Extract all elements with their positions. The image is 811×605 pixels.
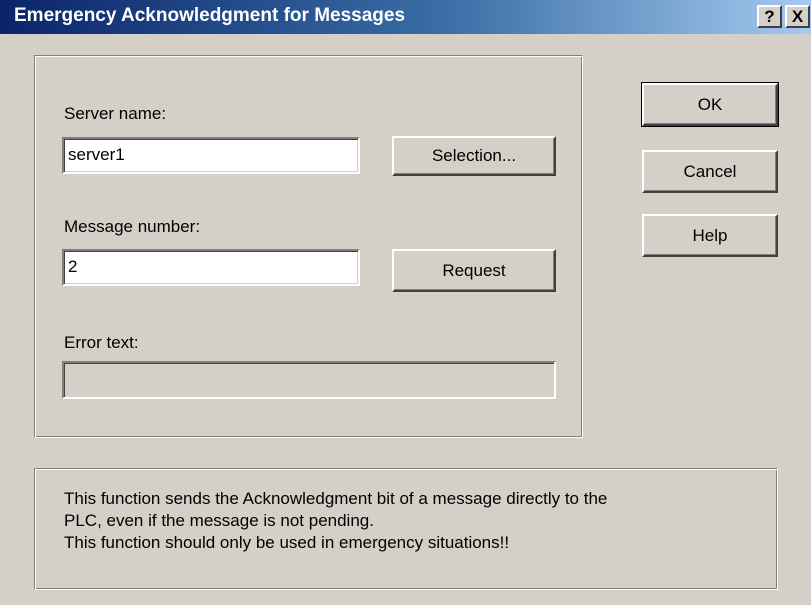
- info-line: This function sends the Acknowledgment b…: [64, 489, 608, 508]
- message-number-input[interactable]: 2: [62, 249, 360, 286]
- message-number-label: Message number:: [64, 217, 201, 236]
- error-text-label: Error text:: [64, 333, 139, 352]
- server-name-label: Server name:: [64, 104, 167, 123]
- server-name-input[interactable]: server1: [62, 137, 360, 174]
- request-button[interactable]: Request: [392, 249, 556, 292]
- emergency-ack-dialog: Emergency Acknowledgment for Messages ? …: [0, 0, 811, 605]
- help-button[interactable]: Help: [642, 214, 778, 257]
- error-text-field: [62, 361, 556, 399]
- window-title: Emergency Acknowledgment for Messages: [14, 5, 406, 26]
- info-description: This function sends the Acknowledgment b…: [64, 488, 607, 554]
- info-line: PLC, even if the message is not pending.: [64, 511, 374, 530]
- close-icon[interactable]: X: [785, 5, 810, 28]
- info-line: This function should only be used in eme…: [64, 533, 510, 552]
- ok-button[interactable]: OK: [641, 82, 779, 127]
- selection-button[interactable]: Selection...: [392, 136, 556, 176]
- title-bar[interactable]: Emergency Acknowledgment for Messages ? …: [0, 0, 811, 34]
- help-question-icon[interactable]: ?: [757, 5, 782, 28]
- cancel-button[interactable]: Cancel: [642, 150, 778, 193]
